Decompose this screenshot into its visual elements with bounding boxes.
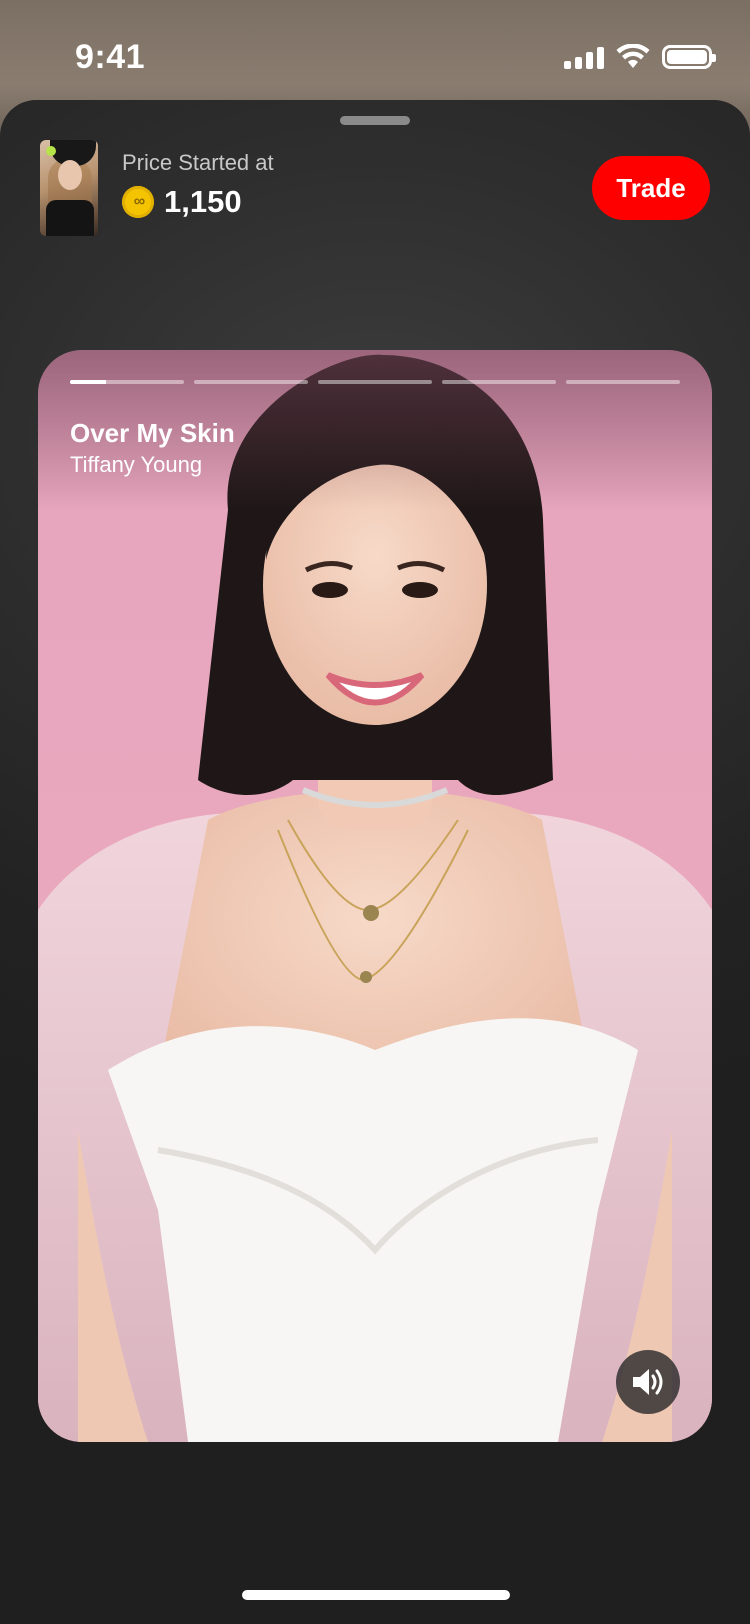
progress-segment: [194, 380, 308, 384]
price-row: ∞ 1,150: [122, 184, 242, 220]
wifi-icon: [616, 44, 650, 68]
song-title: Over My Skin: [70, 418, 235, 448]
bottom-sheet: Price Started at ∞ 1,150 Trade Over My S…: [0, 100, 750, 1624]
artist-portrait: [38, 354, 712, 1442]
status-time: 9:41: [75, 38, 146, 76]
cellular-signal-icon: [564, 45, 604, 69]
status-bar: 9:41: [0, 0, 750, 100]
verified-badge-icon: [46, 146, 56, 156]
speaker-icon: [633, 1369, 663, 1395]
progress-segment: [318, 380, 432, 384]
coin-icon: ∞: [122, 186, 154, 218]
artist-name[interactable]: Tiffany Young: [70, 452, 202, 478]
progress-segment: [566, 380, 680, 384]
status-icons: [564, 44, 716, 70]
sheet-grabber[interactable]: [340, 116, 410, 125]
home-indicator[interactable]: [242, 1590, 510, 1600]
artist-thumbnail[interactable]: [40, 140, 98, 236]
price-value: 1,150: [164, 184, 242, 219]
volume-button[interactable]: [616, 1350, 680, 1414]
story-progress: [70, 380, 680, 384]
progress-segment: [442, 380, 556, 384]
trade-button[interactable]: Trade: [592, 156, 710, 220]
price-label: Price Started at: [122, 150, 274, 175]
progress-segment: [70, 380, 184, 384]
story-card[interactable]: Over My Skin Tiffany Young: [38, 350, 712, 1442]
battery-icon: [662, 45, 716, 69]
